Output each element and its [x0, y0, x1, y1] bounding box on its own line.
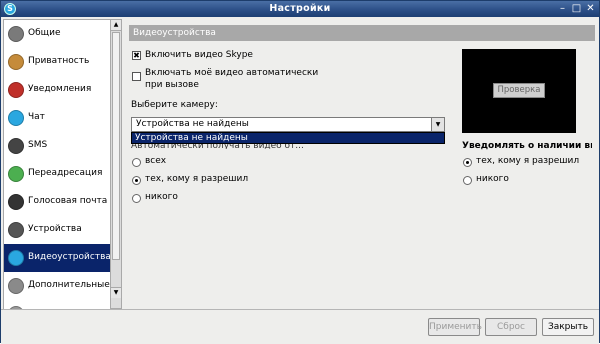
sidebar-item-label: Общие	[28, 28, 61, 38]
receive-option-all: всех	[145, 156, 167, 166]
notify-radio-allowed[interactable]	[463, 158, 472, 167]
video-preview: Проверка	[462, 49, 576, 133]
scroll-thumb[interactable]	[112, 32, 120, 260]
dialog-footer: Применить Сброс Закрыть	[1, 309, 599, 344]
settings-sidebar: Общие Приватность Уведомления Чат SMS Переадр…	[3, 19, 111, 311]
enable-video-label: Включить видео Skype	[145, 50, 253, 60]
title-bar: S Настройки – □ ✕	[1, 1, 599, 17]
notify-option-allowed: тех, кому я разрешил	[476, 156, 580, 166]
settings-window: S Настройки – □ ✕ Общие Приватность Уведом…	[0, 0, 600, 344]
close-window-button[interactable]: ✕	[584, 3, 597, 15]
sidebar-item[interactable]: Чат	[4, 104, 110, 132]
section-title: Видеоустройства	[129, 25, 595, 41]
receive-radio-allowed[interactable]	[132, 176, 141, 185]
sidebar-item[interactable]: Приватность	[4, 48, 110, 76]
receive-radio-nobody[interactable]	[132, 194, 141, 203]
notify-option-nobody: никого	[476, 174, 509, 184]
sidebar-item-label: SMS	[28, 140, 48, 150]
sidebar-item[interactable]: Видеоустройства	[4, 244, 110, 272]
sidebar-item[interactable]: Общие	[4, 20, 110, 48]
privacy-icon	[8, 54, 24, 70]
sidebar-item[interactable]: Голосовая почта	[4, 188, 110, 216]
sidebar-scrollbar[interactable]: ▲ ▼	[110, 19, 122, 309]
maximize-button[interactable]: □	[570, 3, 583, 15]
auto-start-video-label-line2: при вызове	[145, 80, 199, 90]
sidebar-item-label: Чат	[28, 112, 45, 122]
auto-start-video-label: Включать моё видео автоматически	[145, 68, 319, 78]
sidebar-item-label: Дополнительные	[28, 280, 110, 290]
test-video-button[interactable]: Проверка	[493, 83, 545, 98]
voicemail-icon	[8, 194, 24, 210]
camera-dropdown-list[interactable]: Устройства не найдены	[131, 132, 445, 144]
receive-radio-all[interactable]	[132, 158, 141, 167]
video-devices-icon	[8, 250, 24, 266]
apply-button[interactable]: Применить	[428, 318, 482, 336]
sidebar-item-label: Приватность	[28, 56, 90, 66]
enable-video-checkbox[interactable]: ✖	[132, 51, 141, 60]
auto-start-video-checkbox[interactable]	[132, 72, 141, 81]
minimize-button[interactable]: –	[556, 3, 569, 15]
window-title: Настройки	[269, 3, 331, 14]
sms-icon	[8, 138, 24, 154]
sidebar-item[interactable]: Уведомления	[4, 76, 110, 104]
forwarding-icon	[8, 166, 24, 182]
sidebar-item[interactable]: SMS	[4, 132, 110, 160]
reset-button[interactable]: Сброс	[485, 318, 537, 336]
notify-video-header: Уведомлять о наличии видео...	[462, 141, 592, 151]
advanced-icon	[8, 278, 24, 294]
camera-label: Выберите камеру:	[131, 100, 218, 110]
camera-select-value: Устройства не найдены	[136, 119, 249, 129]
sidebar-item-label: Переадресация	[28, 168, 103, 178]
close-button[interactable]: Закрыть	[542, 318, 594, 336]
sidebar-item-label: Голосовая почта	[28, 196, 108, 206]
chat-icon	[8, 110, 24, 126]
devices-icon	[8, 222, 24, 238]
sidebar-item-label: Уведомления	[28, 84, 92, 94]
sidebar-item[interactable]: Переадресация	[4, 160, 110, 188]
general-icon	[8, 26, 24, 42]
sidebar-item-label: Видеоустройства	[28, 252, 111, 262]
sidebar-item-label: Устройства	[28, 224, 82, 234]
chevron-down-icon[interactable]: ▼	[431, 118, 444, 131]
receive-option-nobody: никого	[145, 192, 178, 202]
camera-select[interactable]: Устройства не найдены ▼	[131, 117, 445, 132]
scroll-down-button[interactable]: ▼	[111, 287, 121, 298]
notify-radio-nobody[interactable]	[463, 176, 472, 185]
scroll-up-button[interactable]: ▲	[111, 20, 121, 31]
notifications-icon	[8, 82, 24, 98]
camera-option[interactable]: Устройства не найдены	[132, 133, 444, 143]
sidebar-item[interactable]: Устройства	[4, 216, 110, 244]
sidebar-item[interactable]: Дополнительные	[4, 272, 110, 300]
video-settings-panel: Видеоустройства ✖ Включить видео Skype В…	[129, 19, 595, 309]
receive-option-allowed: тех, кому я разрешил	[145, 174, 249, 184]
